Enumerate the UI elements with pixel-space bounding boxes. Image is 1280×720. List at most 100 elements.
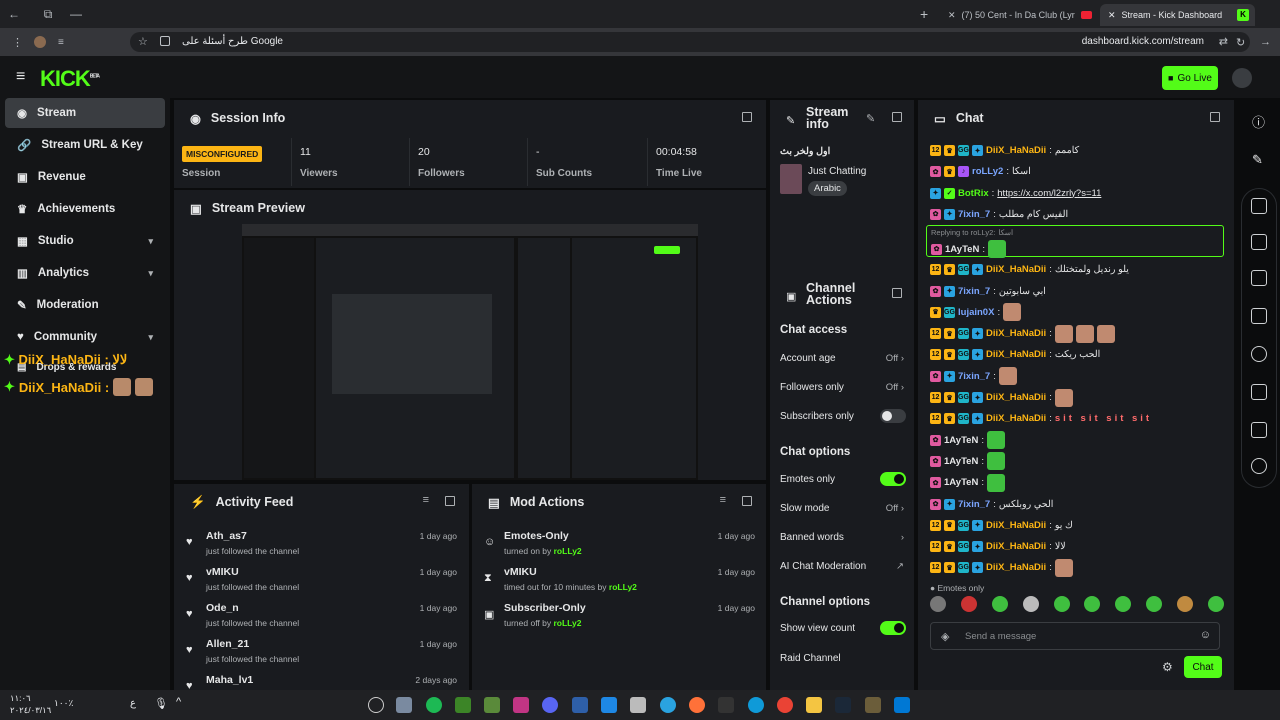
chat-username[interactable]: 7ixin_7 [958, 499, 990, 510]
emote-picker-item[interactable] [1084, 596, 1101, 612]
lightning-icon[interactable] [1251, 234, 1267, 250]
discord-icon[interactable] [542, 697, 558, 713]
chat-username[interactable]: 1AyTeN [945, 244, 979, 255]
clock[interactable]: ١١:٠٦ ٢٠٢٤/٠٣/١٦ [10, 692, 51, 716]
hamburger-menu-icon[interactable]: ≡ [16, 68, 25, 86]
option-followers-only[interactable]: Followers only Off › [780, 373, 908, 401]
chat-username[interactable]: DiiX_HaNaDii [986, 413, 1046, 424]
emote-picker-item[interactable] [960, 596, 977, 612]
extensions-icon[interactable] [1251, 458, 1267, 474]
filter-icon[interactable]: ≡ [720, 494, 726, 506]
omnibox[interactable]: ☆ طرح أسئلة على Google dashboard.kick.co… [130, 32, 1250, 52]
go-live-button[interactable]: ■ Go Live [1162, 66, 1218, 90]
chat-username[interactable]: DiiX_HaNaDii [986, 328, 1046, 339]
tab-kick-dashboard[interactable]: ✕ Stream - Kick Dashboard K [1100, 4, 1255, 26]
category-name[interactable]: Just Chatting [808, 166, 866, 177]
emote-picker-item[interactable] [1022, 596, 1039, 612]
sidebar-item-achievements[interactable]: ♛ Achievements [5, 194, 165, 224]
emote-picker-item[interactable] [1207, 596, 1224, 612]
microphone-icon[interactable]: 🎙 [154, 697, 168, 710]
expand-icon[interactable] [445, 496, 455, 506]
emote-picker-item[interactable] [1177, 596, 1193, 612]
chat-username[interactable]: BotRix [958, 188, 989, 199]
expand-icon[interactable] [742, 112, 752, 122]
option-subscribers-only[interactable]: Subscribers only [780, 402, 908, 430]
info-icon[interactable]: ⓘ [1252, 112, 1265, 131]
language-indicator[interactable]: ع [130, 698, 136, 709]
option-emotes-only[interactable]: Emotes only [780, 465, 908, 493]
chat-username[interactable]: 7ixin_7 [958, 286, 990, 297]
option-slow-mode[interactable]: Slow mode Off › [780, 494, 908, 522]
profile-avatar-icon[interactable] [34, 36, 46, 48]
wrench-icon[interactable] [1251, 422, 1267, 438]
chat-bubble-icon[interactable] [1251, 308, 1267, 324]
reload-icon[interactable]: ↻ [1236, 36, 1245, 49]
stream-icon[interactable] [1251, 346, 1267, 362]
instagram-icon[interactable] [513, 697, 529, 713]
user-avatar[interactable] [1232, 68, 1252, 88]
sidebar-item-moderation[interactable]: ✎ Moderation [5, 290, 165, 320]
show-view-count-toggle[interactable] [880, 621, 906, 635]
emote-picker-item[interactable] [1146, 596, 1163, 612]
emotes-only-toggle[interactable] [880, 472, 906, 486]
chat-username[interactable]: 1AyTeN [944, 456, 978, 467]
emote-picker-item[interactable] [991, 596, 1008, 612]
telegram-icon[interactable] [660, 697, 676, 713]
minimize-icon[interactable]: — [62, 7, 90, 21]
close-icon[interactable]: ✕ [1108, 10, 1116, 21]
clock-app-icon[interactable] [368, 697, 384, 713]
battery-level[interactable]: ١٠٠٪ [54, 698, 73, 709]
site-settings-icon[interactable]: ⇄ [1219, 35, 1228, 48]
close-icon[interactable]: ✕ [948, 10, 956, 21]
send-chat-button[interactable]: Chat [1184, 656, 1222, 678]
emote-picker-item[interactable] [1053, 596, 1070, 612]
minecraft-launcher-icon[interactable] [865, 697, 881, 713]
edit-icon[interactable]: ✎ [866, 112, 875, 125]
option-show-view-count[interactable]: Show view count [780, 614, 908, 642]
chat-username[interactable]: 7ixin_7 [958, 371, 990, 382]
chat-username[interactable]: 7ixin_7 [958, 209, 990, 220]
chrome-icon[interactable] [777, 697, 793, 713]
edit-icon[interactable]: ✎ [1252, 152, 1263, 168]
chat-username[interactable]: DiiX_HaNaDii [986, 562, 1046, 573]
option-raid-channel[interactable]: Raid Channel [780, 644, 908, 672]
document-icon[interactable] [1251, 270, 1267, 286]
epic-games-icon[interactable] [718, 697, 734, 713]
sidebar-item-revenue[interactable]: ▣ Revenue [5, 162, 165, 192]
chat-username[interactable]: DiiX_HaNaDii [986, 264, 1046, 275]
xbox-icon[interactable] [455, 697, 471, 713]
gear-icon[interactable]: ⚙ [1162, 660, 1173, 674]
settings-app-icon[interactable] [396, 697, 412, 713]
expand-icon[interactable] [892, 112, 902, 122]
tab-youtube[interactable]: ✕ (7) 50 Cent - In Da Club (Lyrics) [940, 4, 1100, 26]
stream-preview-video[interactable] [242, 224, 698, 480]
chat-input[interactable]: ◈ Send a message ☺ [930, 622, 1220, 650]
chat-username[interactable]: roLLy2 [972, 166, 1003, 177]
sidebar-item-stream[interactable]: ◉ Stream [5, 98, 165, 128]
filter-icon[interactable]: ≡ [423, 494, 429, 506]
chat-link[interactable]: https://x.com/l2zrly?s=11 [997, 188, 1101, 199]
menu-dots-icon[interactable]: ⋮ [12, 36, 23, 49]
calendar-icon[interactable] [630, 697, 646, 713]
tune-icon[interactable]: ≡ [58, 37, 64, 48]
sidebar-item-analytics[interactable]: ▥ Analytics ▾ [5, 258, 165, 288]
chat-username[interactable]: DiiX_HaNaDii [986, 541, 1046, 552]
chat-username[interactable]: DiiX_HaNaDii [986, 392, 1046, 403]
minecraft-icon[interactable] [484, 697, 500, 713]
option-ai-chat-moderation[interactable]: AI Chat Moderation ↗ [780, 552, 908, 580]
option-account-age[interactable]: Account age Off › [780, 344, 908, 372]
expand-icon[interactable] [892, 288, 902, 298]
chat-username[interactable]: DiiX_HaNaDii [986, 520, 1046, 531]
shield-app-icon[interactable] [572, 697, 588, 713]
chat-username[interactable]: DiiX_HaNaDii [986, 349, 1046, 360]
new-tab-icon[interactable]: + [920, 6, 928, 22]
chevron-up-icon[interactable]: ^ [176, 696, 181, 708]
edge-icon[interactable] [748, 697, 764, 713]
window-icon[interactable]: ⧉ [34, 7, 62, 22]
monitor-icon[interactable] [1251, 198, 1267, 214]
option-banned-words[interactable]: Banned words › [780, 523, 908, 551]
subscribers-only-toggle[interactable] [880, 409, 906, 423]
emote-picker-item[interactable] [1115, 596, 1132, 612]
sidebar-item-community[interactable]: ♥ Community ▾ [5, 322, 165, 352]
windows-start-icon[interactable] [894, 697, 910, 713]
